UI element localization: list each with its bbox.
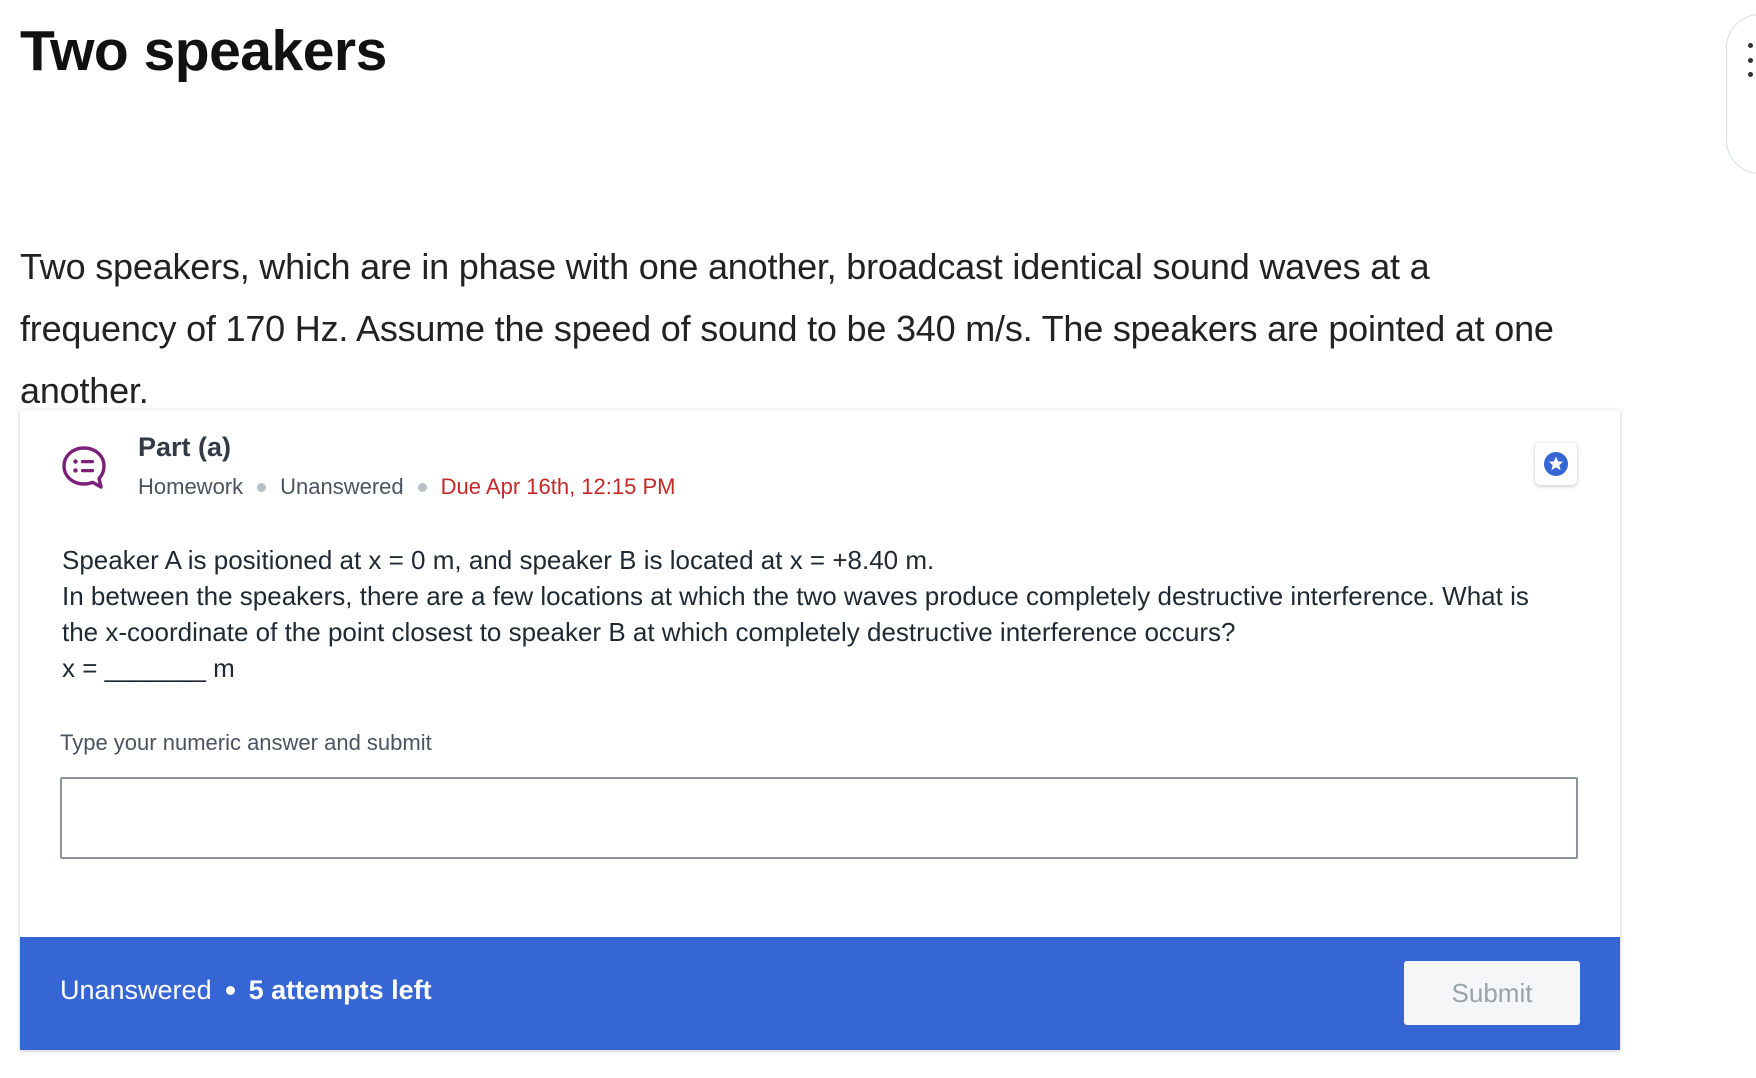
separator-dot — [417, 482, 427, 492]
question-line-3: x = _______ m — [62, 653, 235, 683]
answer-status: Unanswered — [280, 474, 404, 499]
due-date: Due Apr 16th, 12:15 PM — [440, 474, 676, 499]
bookmark-star-button[interactable] — [1535, 443, 1577, 485]
attempts-left: 5 attempts left — [248, 975, 432, 1005]
quiz-bubble-icon — [62, 446, 106, 489]
card-footer: Unanswered 5 attempts left Submit — [20, 937, 1620, 1050]
part-title: Part (a) — [138, 432, 232, 462]
separator-dot — [257, 482, 267, 492]
numeric-answer-input[interactable] — [60, 777, 1578, 859]
footer-status: Unanswered 5 attempts left — [60, 975, 432, 1006]
star-icon — [1544, 452, 1568, 476]
assignment-type: Homework — [138, 474, 244, 499]
kebab-menu-icon[interactable] — [1747, 43, 1753, 77]
answer-label: Type your numeric answer and submit — [60, 730, 432, 755]
question-card: Part (a) Homework Unanswered Due Apr 16t… — [20, 410, 1620, 1050]
part-meta: Homework Unanswered Due Apr 16th, 12:15 … — [138, 474, 675, 500]
question-text: Speaker A is positioned at x = 0 m, and … — [62, 542, 1572, 686]
question-line-2: In between the speakers, there are a few… — [62, 581, 1529, 647]
page-title: Two speakers — [20, 19, 387, 83]
footer-answer-status: Unanswered — [60, 975, 212, 1005]
side-menu-tab[interactable] — [1726, 14, 1756, 174]
page: Two speakers Two speakers, which are in … — [0, 0, 1756, 1078]
separator-dot — [225, 986, 235, 995]
question-line-1: Speaker A is positioned at x = 0 m, and … — [62, 545, 935, 575]
submit-button[interactable]: Submit — [1404, 961, 1580, 1025]
problem-intro: Two speakers, which are in phase with on… — [20, 246, 1554, 411]
